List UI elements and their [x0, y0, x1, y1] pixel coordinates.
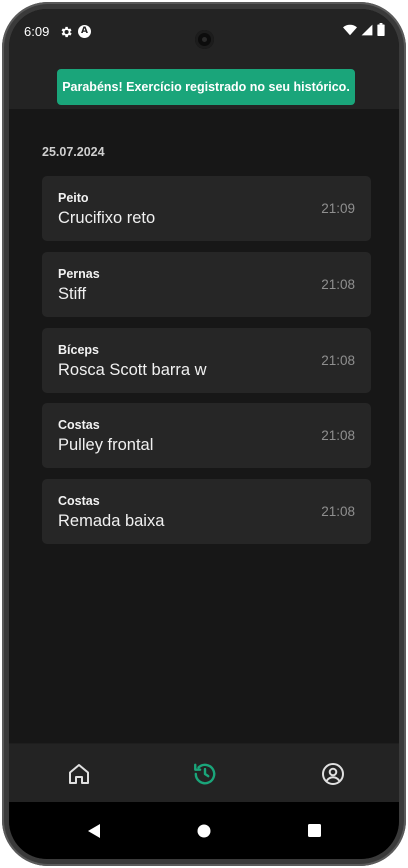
- home-circle-icon: [197, 824, 211, 837]
- nav-home-button[interactable]: [59, 754, 99, 794]
- entry-exercise-name: Crucifixo reto: [58, 209, 156, 227]
- system-back-button[interactable]: [79, 802, 109, 859]
- history-entry[interactable]: Costas Pulley frontal 21:08: [42, 403, 371, 468]
- back-icon: [88, 823, 100, 838]
- recents-icon: [307, 824, 321, 837]
- device-frame: 6:09 A Parabéns! Exercício registrado no…: [2, 2, 406, 866]
- status-right-icons: [343, 23, 385, 36]
- system-home-button[interactable]: [189, 802, 219, 859]
- entry-muscle-group: Bíceps: [58, 343, 99, 357]
- success-toast: Parabéns! Exercício registrado no seu hi…: [57, 69, 355, 105]
- entry-time: 21:08: [321, 277, 355, 292]
- entry-muscle-group: Costas: [58, 494, 100, 508]
- date-header: 25.07.2024: [42, 145, 105, 159]
- home-icon: [69, 764, 89, 784]
- history-entry[interactable]: Bíceps Rosca Scott barra w 21:08: [42, 328, 371, 393]
- front-camera: [195, 30, 214, 49]
- entry-exercise-name: Remada baixa: [58, 512, 165, 530]
- entry-exercise-name: Pulley frontal: [58, 436, 154, 454]
- entry-time: 21:08: [321, 353, 355, 368]
- status-bar: 6:09 A: [9, 9, 399, 53]
- entry-muscle-group: Costas: [58, 418, 100, 432]
- status-time: 6:09: [24, 24, 50, 39]
- top-banner-area: Parabéns! Exercício registrado no seu hi…: [9, 53, 399, 109]
- wifi-icon: [343, 24, 357, 35]
- gear-icon: [61, 26, 72, 38]
- entry-time: 21:09: [321, 201, 355, 216]
- entry-exercise-name: Stiff: [58, 285, 87, 303]
- entry-exercise-name: Rosca Scott barra w: [58, 361, 207, 379]
- nav-profile-button[interactable]: [313, 754, 353, 794]
- battery-icon: [377, 23, 385, 36]
- bottom-nav: [9, 743, 399, 802]
- a-badge-icon: A: [78, 25, 91, 38]
- system-nav-bar: [9, 802, 399, 859]
- history-entry[interactable]: Costas Remada baixa 21:08: [42, 479, 371, 544]
- history-icon: [194, 763, 216, 785]
- history-entry[interactable]: Peito Crucifixo reto 21:09: [42, 176, 371, 241]
- nav-history-button[interactable]: [185, 754, 225, 794]
- entry-time: 21:08: [321, 428, 355, 443]
- history-entry[interactable]: Pernas Stiff 21:08: [42, 252, 371, 317]
- entry-muscle-group: Peito: [58, 191, 89, 205]
- entry-muscle-group: Pernas: [58, 267, 100, 281]
- profile-icon: [322, 763, 344, 785]
- signal-icon: [361, 24, 373, 35]
- system-recents-button[interactable]: [299, 802, 329, 859]
- screen: 6:09 A Parabéns! Exercício registrado no…: [9, 9, 399, 859]
- entry-time: 21:08: [321, 504, 355, 519]
